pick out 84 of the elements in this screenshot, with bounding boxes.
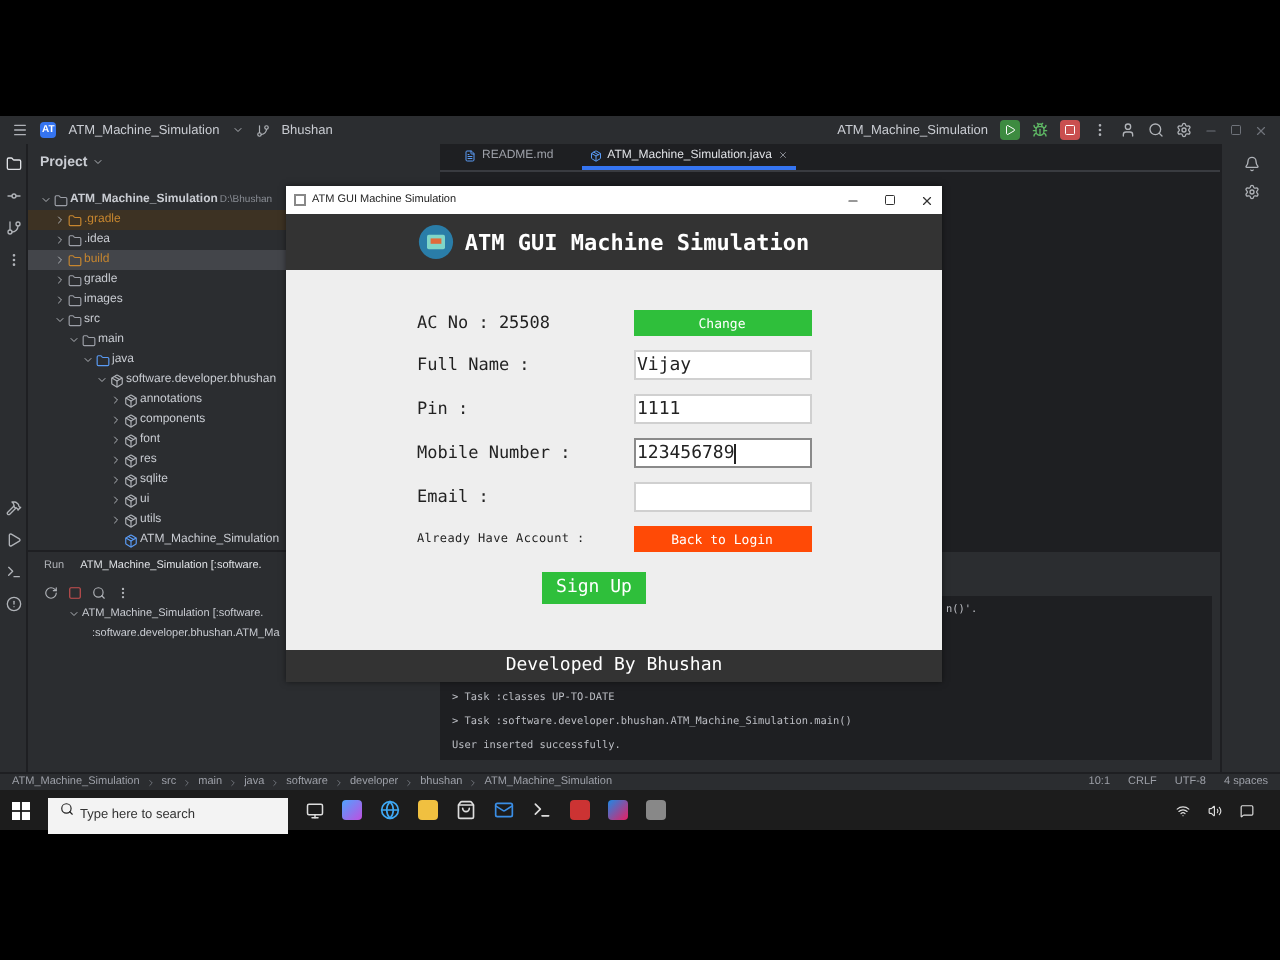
chevron-right-icon[interactable] <box>54 274 66 286</box>
input-field[interactable]: Vijay <box>633 350 811 380</box>
alert-icon[interactable] <box>5 596 21 612</box>
chevron-down-icon[interactable] <box>68 608 80 620</box>
field-label: Pin : <box>417 399 471 419</box>
stop-icon[interactable] <box>68 585 82 599</box>
chevron-right-icon[interactable] <box>110 414 122 426</box>
package-icon <box>124 493 138 507</box>
maximize-icon[interactable] <box>884 194 896 206</box>
search-icon[interactable] <box>92 585 106 599</box>
chevron-right-icon[interactable] <box>110 394 122 406</box>
terminal-icon[interactable] <box>5 564 21 580</box>
task-view-icon[interactable] <box>306 801 324 819</box>
chevron-right-icon <box>270 777 281 787</box>
search-icon <box>60 802 74 816</box>
field-label: Mobile Number : <box>417 443 573 463</box>
package-icon <box>124 433 138 447</box>
atm-logo-icon <box>418 224 455 260</box>
volume-icon[interactable] <box>1208 803 1222 817</box>
chevron-down-icon[interactable] <box>54 314 66 326</box>
chevron-down-icon[interactable] <box>82 354 94 366</box>
chevron-right-icon[interactable] <box>110 454 122 466</box>
mail-icon[interactable] <box>494 800 514 820</box>
commit-icon[interactable] <box>5 188 21 204</box>
windows-start-icon[interactable] <box>12 801 30 819</box>
app-icon <box>294 194 306 206</box>
close-icon[interactable] <box>920 193 934 207</box>
field-label: Email : <box>417 487 491 507</box>
settings-icon[interactable] <box>1243 184 1259 200</box>
chevron-down-icon[interactable] <box>96 374 108 386</box>
footer-text: Developed By Bhushan <box>505 656 723 676</box>
package-icon <box>124 393 138 407</box>
chevron-right-icon[interactable] <box>110 514 122 526</box>
network-icon[interactable] <box>1176 803 1190 817</box>
package-icon <box>124 473 138 487</box>
chevron-right-icon <box>228 777 239 787</box>
chevron-right-icon <box>182 777 193 787</box>
browser-icon[interactable] <box>380 800 400 820</box>
input-field[interactable]: 123456789 <box>633 438 811 468</box>
hammer-icon[interactable] <box>5 500 21 516</box>
play-icon <box>1004 124 1016 136</box>
app-title: ATM GUI Machine Simulation <box>464 229 810 255</box>
chevron-right-icon <box>333 777 344 787</box>
input-field[interactable]: 1111 <box>633 394 811 424</box>
user-icon[interactable] <box>1120 122 1136 138</box>
notification-icon[interactable] <box>1240 803 1254 817</box>
package-icon <box>124 413 138 427</box>
package-icon <box>124 513 138 527</box>
class-icon <box>124 533 138 547</box>
debug-icon[interactable] <box>1032 122 1048 138</box>
chevron-down-icon <box>231 124 244 136</box>
more-icon[interactable] <box>116 585 130 599</box>
chevron-down-icon[interactable] <box>68 334 80 346</box>
chevron-right-icon[interactable] <box>110 434 122 446</box>
field-label: Full Name : <box>417 355 532 375</box>
branch-icon[interactable] <box>5 220 21 236</box>
search-icon[interactable] <box>1148 122 1164 138</box>
store-icon[interactable] <box>456 800 476 820</box>
package-icon <box>110 373 124 387</box>
markdown-file-icon <box>464 149 476 161</box>
chevron-right-icon[interactable] <box>110 474 122 486</box>
package-icon <box>124 453 138 467</box>
menu-icon[interactable] <box>12 122 28 138</box>
notification-icon[interactable] <box>1243 156 1259 172</box>
chevron-right-icon[interactable] <box>54 234 66 246</box>
chevron-right-icon <box>145 777 156 787</box>
chevron-down-icon <box>91 156 104 168</box>
chevron-down-icon[interactable] <box>40 194 52 206</box>
run-icon[interactable] <box>5 532 21 548</box>
settings-icon[interactable] <box>1176 122 1192 138</box>
stop-button[interactable] <box>1060 120 1080 140</box>
branch-icon <box>255 123 270 137</box>
input-field[interactable] <box>633 482 811 512</box>
class-icon <box>589 149 602 161</box>
chevron-right-icon <box>404 777 415 787</box>
account-number: AC No : 25508 <box>417 313 553 333</box>
run-button[interactable] <box>1000 120 1020 140</box>
terminal-icon[interactable] <box>532 800 552 820</box>
chevron-right-icon[interactable] <box>54 214 66 226</box>
rerun-icon[interactable] <box>44 585 58 599</box>
chevron-right-icon <box>468 777 479 787</box>
chevron-right-icon[interactable] <box>54 294 66 306</box>
chevron-right-icon[interactable] <box>110 494 122 506</box>
stop-icon <box>1064 124 1076 136</box>
